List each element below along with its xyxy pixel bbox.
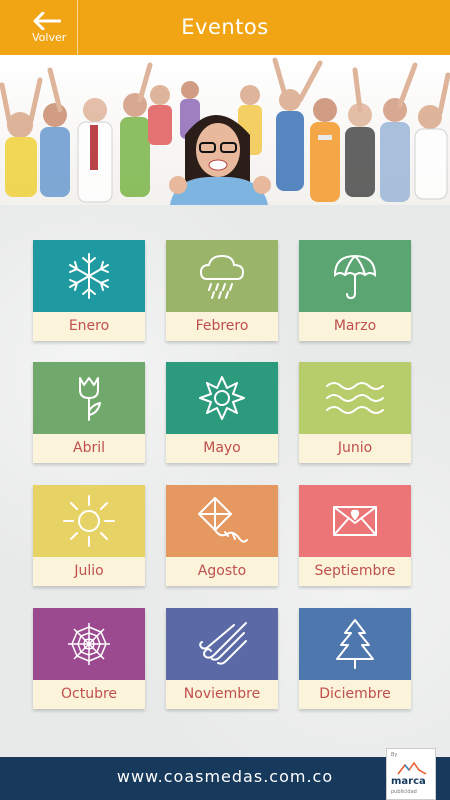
month-label: Agosto [166, 557, 278, 586]
month-tile-marzo[interactable]: Marzo [299, 240, 411, 341]
flower-icon [199, 376, 245, 420]
banner-image [0, 55, 450, 205]
logo-mountains-icon [397, 761, 427, 775]
tile-icon-area [33, 608, 145, 680]
month-tile-septiembre[interactable]: Septiembre [299, 485, 411, 586]
month-label: Abril [33, 434, 145, 463]
month-tile-abril[interactable]: Abril [33, 362, 145, 463]
month-tile-junio[interactable]: Junio [299, 362, 411, 463]
tile-icon-area [166, 608, 278, 680]
kite-icon [198, 497, 248, 543]
footer-bar: www.coasmedas.com.co [0, 757, 450, 800]
waves-icon [326, 382, 384, 414]
brand-by: By [391, 752, 398, 758]
wind-icon [199, 622, 247, 665]
month-tile-febrero[interactable]: Febrero [166, 240, 278, 341]
tile-icon-area [299, 240, 411, 312]
crowd-photo [0, 57, 450, 205]
brand-sub: publicidad [391, 789, 417, 795]
month-label: Marzo [299, 312, 411, 341]
month-label: Julio [33, 557, 145, 586]
tile-icon-area [299, 362, 411, 434]
website-link[interactable]: www.coasmedas.com.co [0, 767, 450, 786]
month-label: Octubre [33, 680, 145, 709]
tile-icon-area [166, 240, 278, 312]
envelope-heart-icon [333, 506, 377, 536]
tile-icon-area [33, 240, 145, 312]
months-grid: Enero Febrero Marzo Abril Mayo Junio Jul… [0, 205, 450, 757]
rain-cloud-icon [199, 254, 245, 299]
month-tile-mayo[interactable]: Mayo [166, 362, 278, 463]
page-title: Eventos [181, 15, 269, 39]
tile-icon-area [33, 362, 145, 434]
tile-icon-area [299, 608, 411, 680]
brand-logo: By marca publicidad [386, 748, 436, 800]
month-label: Enero [33, 312, 145, 341]
month-label: Febrero [166, 312, 278, 341]
month-label: Noviembre [166, 680, 278, 709]
tile-icon-area [166, 485, 278, 557]
tile-icon-area [33, 485, 145, 557]
pine-tree-icon [336, 619, 374, 669]
tile-icon-area [166, 362, 278, 434]
tile-icon-area [299, 485, 411, 557]
tulip-icon [79, 377, 101, 421]
brand-name: marca [391, 776, 426, 787]
spiderweb-icon [68, 623, 110, 665]
month-tile-julio[interactable]: Julio [33, 485, 145, 586]
month-label: Mayo [166, 434, 278, 463]
month-tile-octubre[interactable]: Octubre [33, 608, 145, 709]
sun-icon [63, 495, 115, 547]
month-tile-agosto[interactable]: Agosto [166, 485, 278, 586]
month-tile-enero[interactable]: Enero [33, 240, 145, 341]
snowflake-icon [69, 253, 109, 299]
month-tile-noviembre[interactable]: Noviembre [166, 608, 278, 709]
umbrella-icon [333, 254, 377, 300]
month-label: Junio [299, 434, 411, 463]
app-header: Volver Eventos [0, 0, 450, 55]
month-tile-diciembre[interactable]: Diciembre [299, 608, 411, 709]
month-label: Septiembre [299, 557, 411, 586]
month-label: Diciembre [299, 680, 411, 709]
